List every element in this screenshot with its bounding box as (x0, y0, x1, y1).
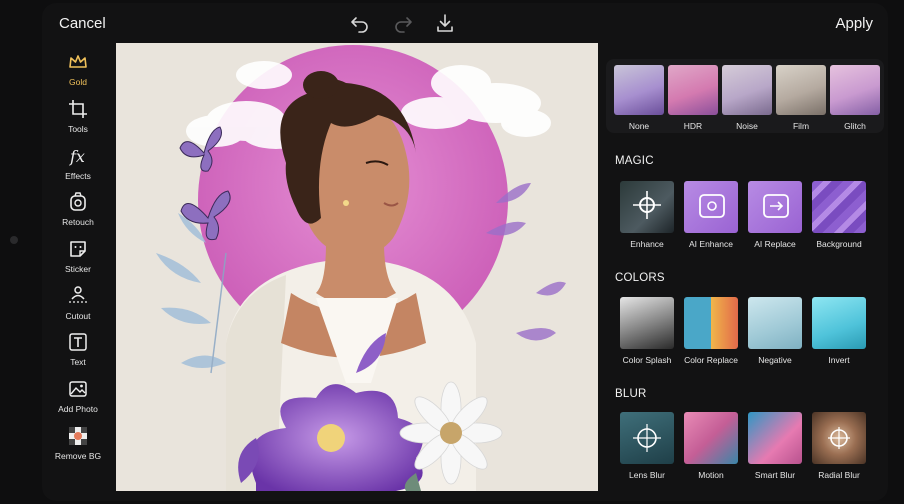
blur-lens-blur[interactable]: Lens Blur (619, 412, 675, 480)
filter-film[interactable]: Film (776, 65, 826, 131)
color-replace-thumbnail (684, 297, 738, 349)
filter-label: Noise (736, 121, 758, 131)
tool-label: Sticker (65, 264, 91, 274)
colors-negative[interactable]: Negative (747, 297, 803, 365)
background-thumbnail (812, 181, 866, 233)
filter-label: None (628, 121, 650, 131)
tool-cutout[interactable]: Cutout (42, 285, 114, 329)
edited-photo (156, 45, 566, 491)
blur-radial-blur[interactable]: Radial Blur (811, 412, 867, 480)
download-icon[interactable] (435, 13, 455, 33)
invert-thumbnail (812, 297, 866, 349)
lens-blur-thumbnail (620, 412, 674, 464)
filter-thumbnail (830, 65, 880, 115)
filter-label: Film (792, 121, 810, 131)
tool-gold[interactable]: Gold (42, 51, 114, 95)
blur-smart-blur[interactable]: Smart Blur (747, 412, 803, 480)
magic-background[interactable]: Background (811, 181, 867, 249)
enhance-thumbnail (620, 181, 674, 233)
tool-sticker[interactable]: Sticker (42, 238, 114, 282)
photo-canvas[interactable] (116, 43, 598, 491)
filter-hdr[interactable]: HDR (668, 65, 718, 131)
filter-strip: None HDR Noise Film Glitch (606, 59, 884, 133)
retouch-icon (70, 192, 86, 211)
edge-indicator (10, 236, 18, 244)
editor-window: Cancel Apply Gold Tools fx Effects Retou… (42, 3, 888, 501)
tile-label: Negative (758, 355, 792, 365)
tile-label: Lens Blur (629, 470, 665, 480)
top-bar: Cancel Apply (42, 3, 888, 43)
tool-label: Gold (69, 77, 87, 87)
magic-enhance[interactable]: Enhance (619, 181, 675, 249)
tile-label: Color Replace (684, 355, 738, 365)
negative-thumbnail (748, 297, 802, 349)
section-title-colors: COLORS (615, 272, 665, 284)
cancel-button[interactable]: Cancel (59, 15, 106, 32)
filter-noise[interactable]: Noise (722, 65, 772, 131)
tool-label: Add Photo (58, 404, 98, 414)
magic-ai-replace[interactable]: AI Replace (747, 181, 803, 249)
ai-replace-thumbnail (748, 181, 802, 233)
undo-icon[interactable] (350, 13, 370, 33)
tool-label: Tools (68, 124, 88, 134)
filter-label: Glitch (844, 121, 866, 131)
add-photo-icon (69, 381, 87, 397)
crown-icon (69, 55, 87, 68)
fx-icon: fx (69, 147, 85, 166)
tool-retouch[interactable]: Retouch (42, 191, 114, 235)
tool-sidebar: Gold Tools fx Effects Retouch Sticker Cu… (42, 43, 114, 501)
blur-motion[interactable]: Motion (683, 412, 739, 480)
filter-thumbnail (722, 65, 772, 115)
tool-label: Retouch (62, 217, 94, 227)
tool-label: Effects (65, 171, 91, 181)
filter-thumbnail (614, 65, 664, 115)
tool-remove-bg[interactable]: Remove BG (42, 425, 114, 469)
tool-label: Cutout (65, 311, 91, 321)
filter-label: HDR (683, 121, 703, 131)
remove-bg-icon (69, 427, 87, 445)
colors-invert[interactable]: Invert (811, 297, 867, 365)
filter-none[interactable]: None (614, 65, 664, 131)
magic-ai-enhance[interactable]: AI Enhance (683, 181, 739, 249)
tool-text[interactable]: Text (42, 331, 114, 375)
sticker-icon (70, 241, 86, 257)
apply-button[interactable]: Apply (835, 15, 873, 32)
tool-label: Remove BG (54, 451, 102, 461)
smart-blur-thumbnail (748, 412, 802, 464)
filter-thumbnail (776, 65, 826, 115)
section-title-magic: MAGIC (615, 155, 654, 167)
ai-enhance-thumbnail (684, 181, 738, 233)
color-splash-thumbnail (620, 297, 674, 349)
tool-effects[interactable]: fx Effects (42, 145, 114, 189)
filter-glitch[interactable]: Glitch (830, 65, 880, 131)
filter-thumbnail (668, 65, 718, 115)
redo-icon[interactable] (393, 13, 413, 33)
colors-color-splash[interactable]: Color Splash (619, 297, 675, 365)
tool-label: Text (70, 357, 86, 367)
tile-label: AI Replace (754, 239, 796, 249)
tool-tools[interactable]: Tools (42, 98, 114, 142)
cutout-icon (69, 286, 87, 303)
tile-label: Invert (828, 355, 850, 365)
crop-icon (69, 100, 87, 118)
tool-add-photo[interactable]: Add Photo (42, 378, 114, 422)
tile-label: Motion (698, 470, 724, 480)
tile-label: Radial Blur (818, 470, 860, 480)
motion-thumbnail (684, 412, 738, 464)
effects-panel: None HDR Noise Film Glitch MAGIC Enhance… (606, 43, 888, 501)
colors-color-replace[interactable]: Color Replace (683, 297, 739, 365)
tile-label: Enhance (630, 239, 664, 249)
tile-label: Background (816, 239, 862, 249)
tile-label: Smart Blur (754, 470, 796, 480)
section-title-blur: BLUR (615, 388, 647, 400)
svg-text:fx: fx (69, 147, 85, 166)
radial-blur-thumbnail (812, 412, 866, 464)
tile-label: Color Splash (622, 355, 672, 365)
text-icon (69, 333, 87, 351)
tile-label: AI Enhance (689, 239, 733, 249)
